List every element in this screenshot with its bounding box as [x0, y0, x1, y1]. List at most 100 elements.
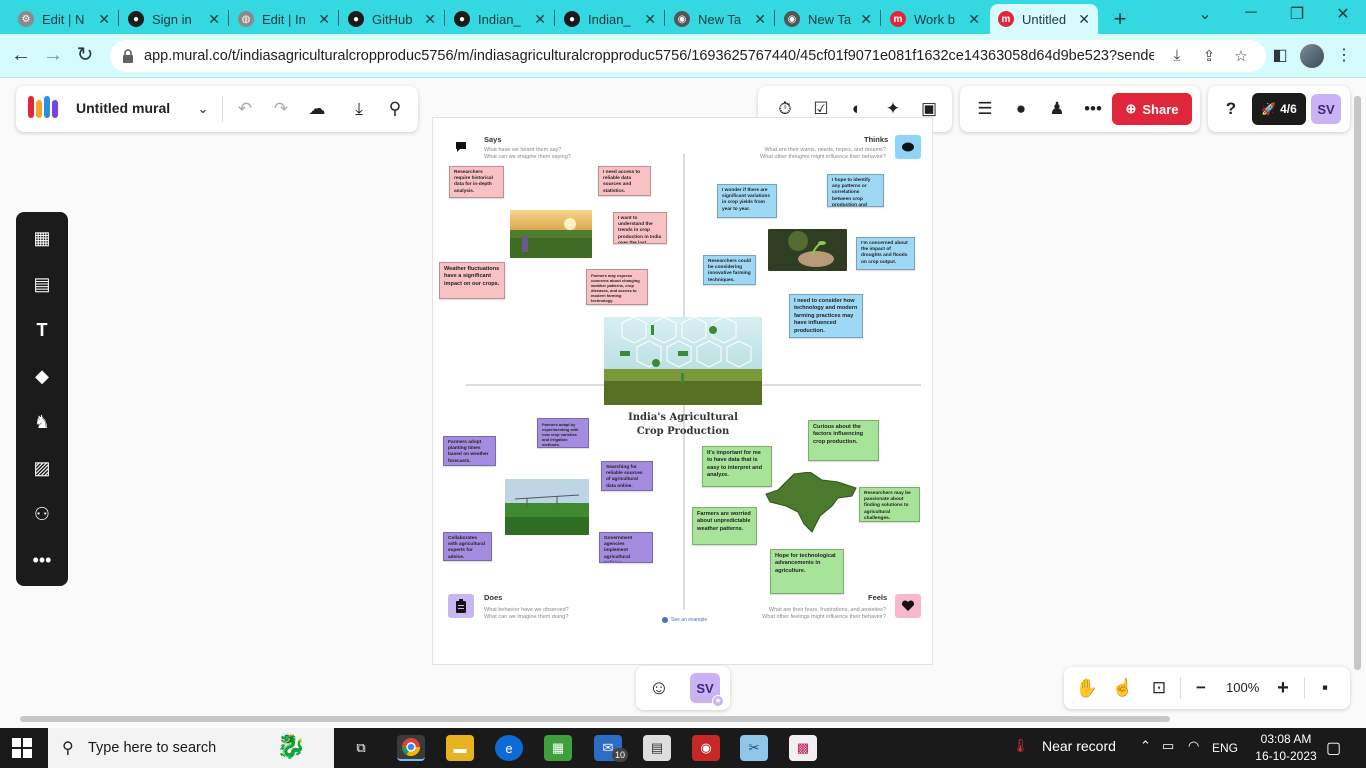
chrome-taskbar-icon[interactable] — [397, 735, 425, 761]
store-icon[interactable]: ▩ — [789, 735, 817, 761]
zoom-level[interactable]: 100% — [1226, 680, 1259, 695]
zoom-to-fit-icon[interactable]: ⊡ — [1144, 673, 1174, 703]
board-center-title[interactable]: India's Agricultural Crop Production — [604, 411, 762, 439]
icons-llama-icon[interactable]: ♞ — [30, 410, 54, 434]
zoom-out-button[interactable]: − — [1186, 673, 1216, 703]
show-hidden-icons[interactable]: ⌃ — [1140, 738, 1151, 754]
install-icon[interactable]: ⤓ — [1168, 47, 1186, 65]
bookmark-star-icon[interactable]: ☆ — [1232, 47, 1250, 65]
task-view-icon[interactable]: ⧉ — [347, 735, 375, 761]
browser-tab-active[interactable]: m Untitled ✕ — [990, 4, 1098, 34]
sticky-note[interactable]: Researchers require historical data for … — [449, 166, 504, 198]
back-button[interactable]: ← — [8, 42, 34, 68]
minimize-button[interactable]: ─ — [1228, 4, 1274, 22]
sticky-note[interactable]: I hope to identify any patterns or corre… — [827, 174, 884, 207]
close-window-button[interactable]: ✕ — [1320, 4, 1366, 24]
file-explorer-icon[interactable]: ▬ — [446, 735, 474, 761]
more-options-icon[interactable]: ••• — [1078, 94, 1108, 124]
sticky-note[interactable]: Hope for technological advancements in a… — [770, 549, 844, 594]
sticky-note[interactable]: Government agencies implement agricultur… — [599, 532, 653, 563]
browser-tab[interactable]: ◍ Edit | In ✕ — [230, 4, 338, 34]
close-icon[interactable]: ✕ — [860, 11, 872, 28]
outline-icon[interactable]: ☰ — [970, 94, 1000, 124]
network-icon[interactable]: ▭ — [1162, 738, 1174, 754]
close-icon[interactable]: ✕ — [534, 11, 546, 28]
clock-date[interactable]: 16-10-2023 — [1254, 749, 1318, 763]
shapes-connectors-icon[interactable]: ◆ — [30, 364, 54, 388]
tab-search-icon[interactable]: ⌄ — [1182, 4, 1228, 24]
search-icon[interactable]: ⚲ — [380, 94, 410, 124]
notification-icon[interactable]: ▢ — [1326, 738, 1341, 758]
close-icon[interactable]: ✕ — [644, 11, 656, 28]
user-avatar[interactable]: SV — [1311, 94, 1341, 124]
sticky-note[interactable]: I need access to reliable data sources a… — [598, 166, 651, 196]
browser-tab[interactable]: ◉ New Ta ✕ — [666, 4, 774, 34]
address-bar[interactable]: app.mural.co/t/indiasagriculturalcroppro… — [110, 40, 1266, 72]
reload-button[interactable]: ↻ — [72, 42, 98, 68]
close-icon[interactable]: ✕ — [98, 11, 110, 28]
sticky-note[interactable]: I want to understand the trends in crop … — [613, 212, 667, 244]
browser-tab[interactable]: ● GitHub ✕ — [340, 4, 444, 34]
mural-logo-icon[interactable] — [28, 96, 58, 118]
sticky-note[interactable]: Collaborates with agricultural experts f… — [443, 532, 492, 561]
cloud-sync-icon[interactable]: ☁ — [302, 94, 332, 124]
agriculture-hero-image[interactable] — [604, 317, 762, 405]
frameworks-icon[interactable]: ⚇ — [30, 502, 54, 526]
seedling-photo[interactable] — [768, 229, 847, 271]
see-example-link[interactable]: See an example — [662, 617, 707, 623]
onboarding-progress-button[interactable]: 🚀 4/6 — [1252, 93, 1306, 125]
browser-tab[interactable]: ◉ New Ta ✕ — [776, 4, 880, 34]
download-icon[interactable]: ⤓ — [344, 94, 374, 124]
hand-pan-icon[interactable]: ✋ — [1072, 673, 1102, 703]
templates-icon[interactable]: ▦ — [30, 226, 54, 250]
share-button[interactable]: ⊕ Share — [1112, 93, 1192, 125]
sticky-note[interactable]: Farmers adapt by experimenting with new … — [537, 418, 589, 448]
browser-tab[interactable]: ⚙ Edit | N ✕ — [10, 4, 118, 34]
thermometer-icon[interactable]: 🌡 — [1012, 738, 1029, 754]
share-page-icon[interactable]: ⇪ — [1200, 47, 1218, 65]
document-icon[interactable]: ▤ — [643, 735, 671, 761]
sticky-note[interactable]: Farmers adopt planting times based on we… — [443, 436, 496, 466]
app-stack-icon[interactable]: ▦ — [544, 735, 572, 761]
browser-tab[interactable]: ● Indian_ ✕ — [446, 4, 554, 34]
farm-photo[interactable] — [510, 210, 592, 258]
snip-tool-icon[interactable]: ✂ — [740, 735, 768, 761]
sticky-note[interactable]: Researchers could be considering innovat… — [703, 255, 756, 285]
restore-button[interactable]: ❐ — [1274, 4, 1320, 24]
side-panel-icon[interactable]: ◧ — [1266, 42, 1294, 70]
image-icon[interactable]: ▨ — [30, 456, 54, 480]
sticky-note[interactable]: Researchers may be passionate about find… — [859, 487, 920, 522]
text-icon[interactable]: T — [30, 318, 54, 342]
members-icon[interactable]: ♟ — [1042, 94, 1072, 124]
comment-icon[interactable]: ● — [1006, 94, 1036, 124]
sticky-note[interactable]: Farmers may express concerns about chang… — [586, 269, 648, 305]
new-tab-button[interactable]: + — [1108, 6, 1132, 32]
sticky-note[interactable]: I need to consider how technology and mo… — [789, 294, 863, 338]
recorder-icon[interactable]: ◉ — [692, 735, 720, 761]
close-icon[interactable]: ✕ — [1078, 11, 1090, 28]
undo-icon[interactable]: ↶ — [230, 94, 260, 124]
zoom-in-button[interactable]: + — [1268, 673, 1298, 703]
irrigation-photo[interactable] — [505, 479, 589, 535]
sticky-note[interactable]: Weather fluctuations have a significant … — [439, 262, 505, 299]
india-map-image[interactable] — [764, 472, 860, 534]
smiley-icon[interactable]: ☺ — [644, 673, 674, 703]
browser-profile-avatar[interactable] — [1300, 44, 1324, 68]
taskbar-search[interactable]: ⚲ Type here to search 🐉 — [48, 728, 334, 768]
touch-select-icon[interactable]: ☝ — [1108, 673, 1138, 703]
wifi-icon[interactable]: ◠ — [1188, 738, 1199, 754]
redo-icon[interactable]: ↷ — [266, 94, 296, 124]
forward-button[interactable]: → — [40, 42, 66, 68]
close-icon[interactable]: ✕ — [318, 11, 330, 28]
sticky-note[interactable]: It's important for me to have data that … — [702, 446, 772, 487]
chevron-down-icon[interactable]: ⌄ — [188, 94, 218, 124]
clock-time[interactable]: 03:08 AM — [1254, 732, 1318, 746]
close-icon[interactable]: ✕ — [968, 11, 980, 28]
windows-start-icon[interactable] — [12, 738, 32, 758]
close-icon[interactable]: ✕ — [754, 11, 766, 28]
vertical-scrollbar[interactable] — [1354, 96, 1361, 670]
more-tools-icon[interactable]: ••• — [30, 548, 54, 572]
sticky-note-icon[interactable]: ▤ — [30, 272, 54, 296]
minimap-icon[interactable]: ▪ — [1310, 673, 1340, 703]
close-icon[interactable]: ✕ — [424, 11, 436, 28]
